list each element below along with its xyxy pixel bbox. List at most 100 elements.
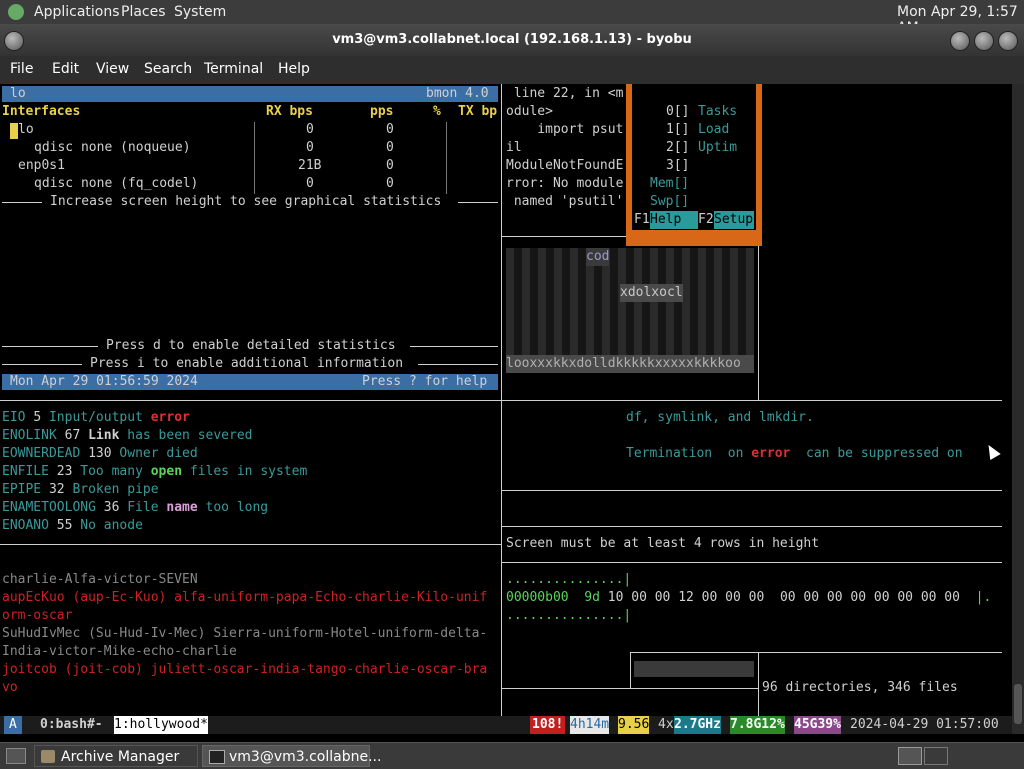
htop-load: Load — [698, 122, 730, 137]
f1-key[interactable]: F1 — [634, 211, 650, 229]
maximize-icon[interactable] — [974, 31, 994, 51]
status-updates: 108! — [530, 716, 566, 734]
matrix-texture — [506, 248, 754, 372]
bmon-row-pps: 0 — [386, 176, 394, 191]
bmon-footer-help: Press ? for help — [362, 374, 488, 389]
error-line: import psut — [506, 122, 624, 137]
bmon-col-interfaces: Interfaces — [2, 104, 81, 119]
f2-key[interactable]: F2 — [698, 211, 714, 229]
errno-name: EPIPE — [2, 482, 42, 497]
status-cpu-count: 4x — [658, 717, 674, 732]
bmon-row[interactable]: enp0s1 — [18, 157, 65, 175]
cpu-meter: 1[] — [666, 122, 690, 137]
matrix-word: xdolxocl — [620, 284, 683, 302]
task-archive-manager[interactable]: Archive Manager — [34, 745, 198, 767]
task-terminal[interactable]: vm3@vm3.collabne... — [202, 745, 381, 767]
pane-divider — [502, 490, 1002, 491]
errno-num: 36 — [103, 500, 120, 515]
nato-line: charlie-Alfa-victor-SEVEN — [2, 572, 198, 587]
menu-view[interactable]: View — [96, 61, 129, 77]
setup-key-label[interactable]: Setup — [714, 211, 754, 229]
terminal-area[interactable]: lo bmon 4.0 Interfaces RX bps pps % TX b… — [0, 84, 1012, 716]
bmon-row[interactable]: lo — [18, 121, 34, 139]
errno-num: 23 — [56, 464, 73, 479]
window-menu-icon[interactable] — [4, 31, 24, 51]
applications-menu[interactable]: Applications — [34, 4, 120, 20]
byobu-status-bar: A 0:bash#- 1:hollywood* 108! 4h14m 9.56 … — [0, 716, 1012, 734]
error-line: ModuleNotFoundE — [506, 158, 624, 173]
errno-text: Broken pipe — [72, 482, 159, 497]
system-menu[interactable]: System — [174, 4, 226, 20]
bmon-header — [2, 86, 498, 102]
bmon-row-rx: 0 — [306, 176, 314, 191]
man-text: Termination on — [626, 446, 752, 461]
errno-name: ENFILE — [2, 464, 49, 479]
help-key-label[interactable]: Help — [650, 211, 698, 229]
error-line: odule> — [506, 104, 553, 119]
bmon-row-pps: 0 — [386, 122, 394, 137]
menu-file[interactable]: File — [10, 61, 33, 77]
rule — [2, 364, 82, 365]
window-tab-hollywood[interactable]: 1:hollywood* — [114, 716, 208, 734]
screen-message: Screen must be at least 4 rows in height — [506, 536, 820, 551]
window-title-bar[interactable]: vm3@vm3.collabnet.local (192.168.1.13) -… — [0, 24, 1024, 56]
menu-help[interactable]: Help — [278, 61, 310, 77]
progress-bar — [634, 661, 754, 677]
menu-edit[interactable]: Edit — [52, 61, 79, 77]
gnome-foot-icon[interactable] — [8, 4, 24, 20]
bmon-row[interactable]: qdisc none (noqueue) — [34, 139, 191, 157]
htop-uptime: Uptim — [698, 140, 738, 155]
bmon-msg-d: Press d to enable detailed statistics — [106, 338, 396, 353]
status-load: 9.56 — [618, 716, 650, 734]
errno-keyword: error — [150, 410, 190, 425]
errno-name: EIO — [2, 410, 26, 425]
pane-divider — [502, 562, 1002, 563]
bmon-col-pct: % — [433, 104, 441, 119]
errno-text: Input/output — [48, 410, 143, 425]
task-label: Archive Manager — [61, 749, 180, 765]
nato-line: vo — [2, 680, 18, 695]
nato-line: joitcob (joit-cob) juliett-oscar-india-t… — [2, 662, 488, 677]
bmon-row[interactable]: qdisc none (fq_codel) — [34, 175, 198, 193]
rule — [410, 346, 498, 347]
status-datetime: 2024-04-29 01:57:00 — [850, 717, 999, 732]
errno-text: has been severed — [127, 428, 253, 443]
hexdump-ascii: |. — [975, 590, 992, 605]
matrix-block: cod xdolxocl — [506, 248, 754, 372]
menu-terminal[interactable]: Terminal — [204, 61, 263, 77]
status-session-a[interactable]: A — [4, 716, 22, 734]
error-line: named 'psutil' — [506, 194, 624, 209]
errno-text: too long — [205, 500, 269, 515]
workspace-switcher-icon[interactable] — [924, 747, 948, 765]
errno-name: ENAMETOOLONG — [2, 500, 96, 515]
error-line: il — [506, 140, 522, 155]
htop-tasks: Tasks — [698, 104, 738, 119]
rule — [2, 202, 42, 203]
bmon-footer-date: Mon Apr 29 01:56:59 2024 — [10, 374, 198, 389]
bmon-col-rx: RX bps — [266, 104, 313, 119]
mouse-pointer-icon — [983, 441, 1001, 461]
bmon-row-pps: 0 — [386, 158, 394, 173]
bmon-header-left: lo — [10, 86, 26, 101]
errno-text: Owner died — [119, 446, 198, 461]
pane-divider — [502, 236, 626, 237]
workspace-switcher-icon[interactable] — [898, 747, 922, 765]
hexdump-line: ...............| — [506, 608, 632, 623]
window-tab-bash[interactable]: 0:bash#- — [40, 716, 103, 734]
menu-search[interactable]: Search — [144, 61, 192, 77]
errno-name: ENOLINK — [2, 428, 57, 443]
bmon-col-divider — [446, 122, 447, 194]
menu-bar: File Edit View Search Terminal Help — [0, 56, 1024, 84]
scrollbar-thumb[interactable] — [1014, 684, 1022, 724]
show-desktop-icon[interactable] — [6, 748, 26, 764]
minimize-icon[interactable] — [950, 31, 970, 51]
errno-num: 5 — [33, 410, 42, 425]
terminal-scrollbar[interactable] — [1012, 84, 1024, 734]
places-menu[interactable]: Places — [121, 4, 166, 20]
hexdump-byte: 9d — [584, 590, 600, 605]
status-uptime: 4h14m — [570, 716, 610, 734]
pane-divider — [758, 652, 759, 716]
errno-name: ENOANO — [2, 518, 49, 533]
swap-meter: Swp[] — [650, 194, 690, 209]
close-icon[interactable] — [998, 31, 1018, 51]
